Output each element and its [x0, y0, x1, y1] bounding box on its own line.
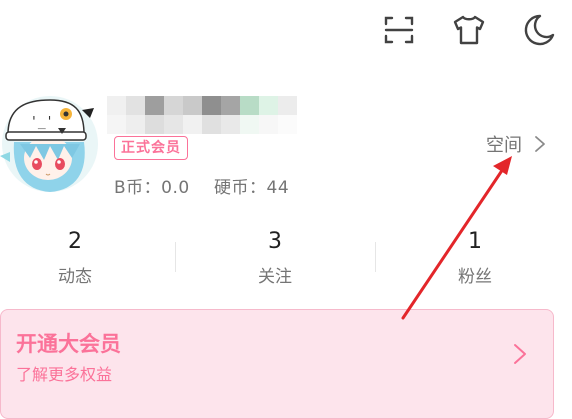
mosaic-tile [278, 115, 297, 134]
mosaic-tile [164, 96, 183, 115]
mosaic-tile [202, 115, 221, 134]
stat-label: 关注 [258, 267, 292, 287]
stat-value: 2 [68, 229, 82, 254]
mosaic-tile [240, 96, 259, 115]
bcoin-balance: B币：0.0 [114, 178, 190, 198]
theme-shirt-icon[interactable] [451, 12, 487, 48]
member-badge: 正式会员 [114, 136, 188, 160]
mosaic-tile [183, 96, 202, 115]
vip-subtitle: 了解更多权益 [16, 365, 113, 384]
space-link[interactable]: 空间 [486, 131, 546, 157]
coin-balance: 硬币：44 [214, 178, 290, 198]
mosaic-tile [221, 96, 240, 115]
mosaic-tile [145, 115, 164, 134]
avatar[interactable]: '_' [0, 92, 100, 196]
chevron-right-icon [535, 136, 545, 152]
mosaic-tile [221, 115, 240, 134]
chevron-right-icon [514, 344, 526, 364]
space-link-label: 空间 [486, 135, 522, 156]
svg-text:'_': '_' [30, 115, 53, 130]
mosaic-tile [183, 115, 202, 134]
mosaic-tile [259, 96, 278, 115]
mosaic-tile [164, 115, 183, 134]
username-mosaic [107, 96, 297, 134]
scan-icon[interactable] [381, 12, 417, 48]
mosaic-tile [126, 96, 145, 115]
night-mode-icon[interactable] [520, 12, 556, 48]
mosaic-tile [107, 96, 126, 115]
mosaic-tile [107, 115, 126, 134]
stat-value: 3 [268, 229, 282, 254]
mosaic-tile [202, 96, 221, 115]
stat-label: 粉丝 [458, 267, 492, 287]
stat-fans[interactable]: 1 粉丝 [415, 228, 535, 290]
stat-label: 动态 [58, 267, 92, 287]
mosaic-tile [126, 115, 145, 134]
mosaic-tile [240, 115, 259, 134]
mosaic-tile [259, 115, 278, 134]
mosaic-tile [278, 96, 297, 115]
mosaic-tile [145, 96, 164, 115]
stat-divider [375, 242, 376, 272]
stat-dynamics[interactable]: 2 动态 [15, 228, 135, 290]
stat-following[interactable]: 3 关注 [215, 228, 335, 290]
stat-value: 1 [468, 229, 482, 254]
vip-title: 开通大会员 [16, 332, 121, 356]
stat-divider [175, 242, 176, 272]
